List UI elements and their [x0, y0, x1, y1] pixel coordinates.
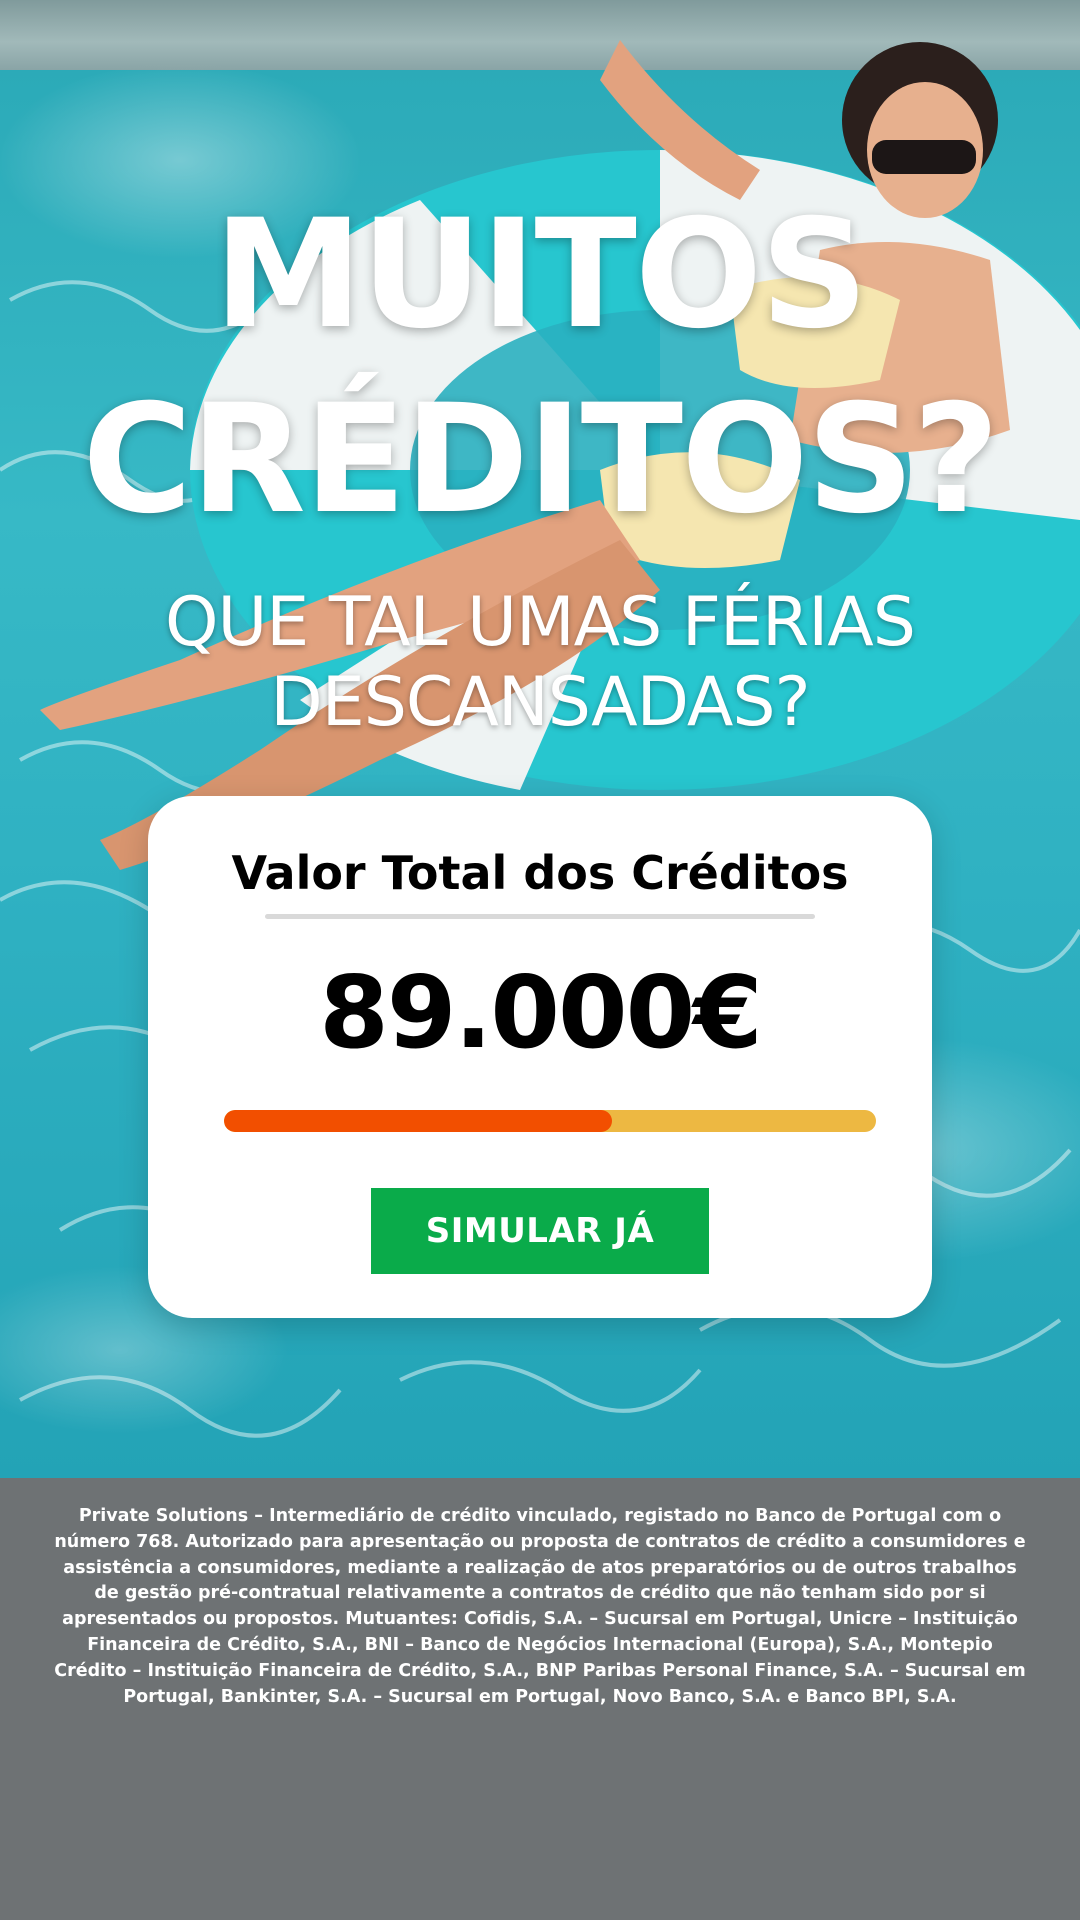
subheadline-line-2: DESCANSADAS?: [270, 663, 810, 742]
total-credit-amount: 89.000€: [319, 954, 762, 1071]
credit-summary-card: Valor Total dos Créditos 89.000€ SIMULAR…: [148, 796, 932, 1318]
credit-progress-bar: [224, 1110, 876, 1132]
hero-background-photo: MUITOS CRÉDITOS? QUE TAL UMAS FÉRIAS DES…: [0, 0, 1080, 1478]
card-divider: [265, 914, 815, 919]
subheadline-line-1: QUE TAL UMAS FÉRIAS: [165, 583, 916, 662]
simulate-now-button[interactable]: SIMULAR JÁ: [371, 1188, 709, 1274]
credit-progress-fill: [224, 1110, 612, 1132]
legal-footer: Private Solutions – Intermediário de cré…: [0, 1478, 1080, 1920]
headline-line-2: CRÉDITOS?: [82, 373, 999, 547]
card-title: Valor Total dos Créditos: [231, 846, 849, 900]
ad-page: MUITOS CRÉDITOS? QUE TAL UMAS FÉRIAS DES…: [0, 0, 1080, 1920]
headline-line-1: MUITOS: [213, 188, 869, 362]
legal-disclaimer: Private Solutions – Intermediário de cré…: [54, 1506, 1026, 1707]
